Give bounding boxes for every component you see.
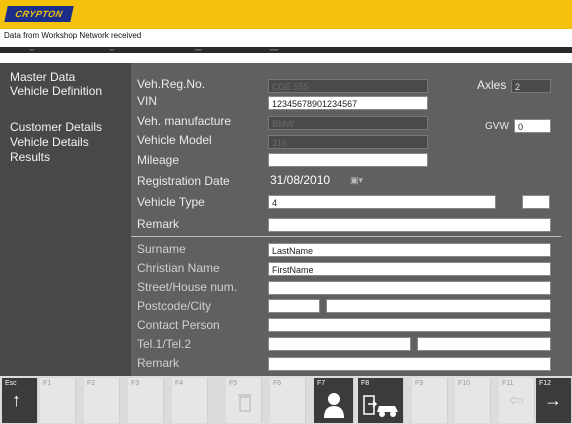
surname-label: Surname xyxy=(137,242,186,256)
sidebar-item-customer-details[interactable]: Customer Details xyxy=(10,120,102,134)
top-bar xyxy=(0,0,572,29)
fkey-label: F10 xyxy=(458,380,471,387)
fkey-label: F4 xyxy=(175,380,184,387)
surname-input[interactable]: LastName xyxy=(268,243,551,257)
tel1-input[interactable] xyxy=(268,337,411,351)
fkey-f5[interactable]: F5 xyxy=(226,378,262,423)
arrow-left-icon: ⇦ xyxy=(509,390,525,410)
trash-icon xyxy=(238,394,252,412)
city-input[interactable] xyxy=(326,299,551,313)
fkey-label: Esc xyxy=(5,380,17,387)
tel2-input[interactable] xyxy=(417,337,551,351)
fkey-f8[interactable]: F8 xyxy=(358,378,404,423)
reg-label: Veh.Reg.No. xyxy=(137,77,206,91)
remark-label: Remark xyxy=(137,217,180,231)
manufacturer-input[interactable]: BMW xyxy=(268,116,428,130)
sidebar-item-vehicle-details[interactable]: Vehicle Details xyxy=(10,135,89,149)
status-message: Data from Workshop Network received xyxy=(4,31,142,40)
remark-input[interactable] xyxy=(268,218,551,232)
type-label: Vehicle Type xyxy=(137,195,205,209)
christian-name-label: Christian Name xyxy=(137,261,220,275)
fkey-f2[interactable]: F2 xyxy=(84,378,120,423)
manufacturer-label: Veh. manufacture xyxy=(137,114,232,128)
fkey-f9[interactable]: F9 xyxy=(412,378,448,423)
model-label: Vehicle Model xyxy=(137,133,212,147)
calendar-dropdown-icon[interactable]: ▣▾ xyxy=(350,175,363,186)
reg-input[interactable]: CDE 555 xyxy=(268,79,428,93)
regdate-value[interactable]: 31/08/2010 xyxy=(270,173,330,187)
fkey-label: F6 xyxy=(273,380,282,387)
tab-strip: ▪▪▪ ▪▪▪ ▪▪▪▪▪ ▪▪▪▪▪▪ xyxy=(0,47,572,53)
contact-person-label: Contact Person xyxy=(137,318,220,332)
vin-input[interactable]: 12345678901234567 xyxy=(268,96,428,110)
fkey-f12[interactable]: F12 → xyxy=(536,378,572,423)
fkey-esc[interactable]: Esc ↑ xyxy=(2,378,38,423)
contact-person-input[interactable] xyxy=(268,318,551,332)
christian-name-input[interactable]: FirstName xyxy=(268,262,551,276)
arrow-up-icon: ↑ xyxy=(12,390,21,410)
fkey-label: F1 xyxy=(43,380,52,387)
vin-label: VIN xyxy=(137,94,158,108)
car-export-icon xyxy=(363,395,398,417)
tel-label: Tel.1/Tel.2 xyxy=(137,337,192,351)
postcode-city-label: Postcode/City xyxy=(137,299,212,313)
fkey-f7[interactable]: F7 xyxy=(314,378,354,423)
fkey-f4[interactable]: F4 xyxy=(172,378,208,423)
sidebar-item-vehicle-definition[interactable]: Vehicle Definition xyxy=(10,84,102,98)
fkey-f3[interactable]: F3 xyxy=(128,378,164,423)
crypton-logo: CRYPTON xyxy=(4,6,74,22)
fkey-label: F11 xyxy=(502,380,514,387)
customer-remark-input[interactable] xyxy=(268,357,551,371)
person-icon xyxy=(324,393,344,418)
axles-label: Axles xyxy=(477,78,507,92)
fkey-label: F7 xyxy=(317,380,326,387)
fkey-label: F8 xyxy=(361,380,370,387)
gvw-input[interactable]: 0 xyxy=(514,119,551,133)
fkey-f10[interactable]: F10 xyxy=(455,378,491,423)
street-label: Street/House num. xyxy=(137,280,238,294)
sidebar-item-master-data[interactable]: Master Data xyxy=(10,70,75,84)
model-input[interactable]: 316 xyxy=(268,135,428,149)
sidebar-item-results[interactable]: Results xyxy=(10,150,50,164)
fkey-f6[interactable]: F6 xyxy=(270,378,306,423)
mileage-input[interactable] xyxy=(268,153,428,167)
postcode-input[interactable] xyxy=(268,299,320,313)
section-divider xyxy=(131,236,561,237)
fkey-f11[interactable]: F11 ⇦ xyxy=(499,378,535,423)
fkey-label: F12 xyxy=(539,380,552,387)
regdate-label: Registration Date xyxy=(137,174,230,188)
fkey-label: F9 xyxy=(415,380,424,387)
street-input[interactable] xyxy=(268,281,551,295)
customer-remark-label: Remark xyxy=(137,356,180,370)
fkey-f1[interactable]: F1 xyxy=(40,378,76,423)
fkey-label: F2 xyxy=(87,380,96,387)
gvw-label: GVW xyxy=(485,121,509,132)
fkey-label: F3 xyxy=(131,380,140,387)
fkey-label: F5 xyxy=(229,380,238,387)
type-input[interactable]: 4 xyxy=(268,195,496,209)
type-extra-input[interactable] xyxy=(522,195,550,209)
axles-input[interactable]: 2 xyxy=(511,79,551,93)
mileage-label: Mileage xyxy=(137,153,180,167)
arrow-right-icon: → xyxy=(544,390,562,410)
sidebar: Master Data Vehicle Definition Customer … xyxy=(0,63,131,376)
